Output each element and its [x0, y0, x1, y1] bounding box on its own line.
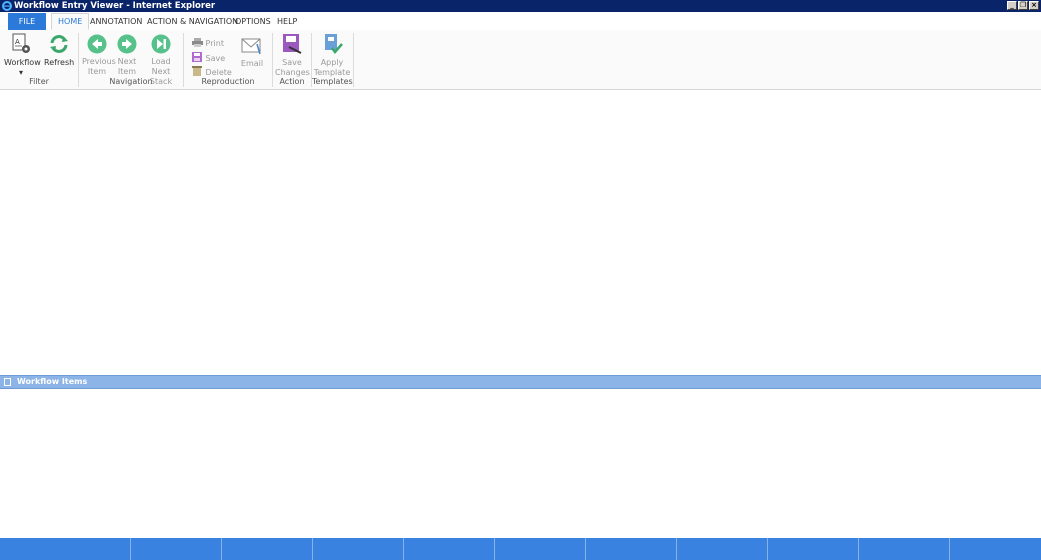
status-cell	[677, 538, 768, 560]
refresh-button[interactable]: Refresh	[44, 33, 74, 68]
tab-options[interactable]: OPTIONS	[229, 13, 277, 30]
ribbon-separator	[353, 33, 354, 87]
previous-arrow-icon	[87, 34, 107, 54]
ribbon-separator	[78, 33, 79, 87]
save-button[interactable]: Save	[192, 52, 225, 63]
internet-explorer-icon	[2, 1, 12, 11]
tab-annotation[interactable]: ANNOTATION	[84, 13, 148, 30]
ribbon-separator	[183, 33, 184, 87]
workflow-items-title: Workflow Items	[17, 377, 88, 386]
delete-button[interactable]: Delete	[192, 66, 232, 77]
group-label-filter: Filter	[29, 77, 49, 86]
status-bar	[0, 538, 1041, 560]
previous-item-button[interactable]: Previous Item	[82, 34, 116, 77]
status-cell	[404, 538, 495, 560]
status-cell	[859, 538, 950, 560]
trash-icon	[192, 66, 202, 76]
status-cell	[131, 538, 222, 560]
status-cell	[586, 538, 677, 560]
group-label-action: Action	[279, 77, 305, 86]
workflow-button[interactable]: A Workflow ▾	[4, 33, 41, 78]
status-cell	[495, 538, 586, 560]
refresh-icon	[50, 35, 68, 53]
close-button[interactable]: ×	[1029, 1, 1039, 10]
next-arrow-icon	[117, 34, 137, 54]
group-label-reproduction: Reproduction	[201, 77, 255, 86]
skip-next-icon	[151, 34, 171, 54]
status-cell	[0, 538, 131, 560]
printer-icon	[192, 38, 203, 47]
save-changes-button[interactable]: Save Changes	[275, 33, 310, 78]
window-titlebar: Workflow Entry Viewer - Internet Explore…	[0, 0, 1041, 12]
minimize-button[interactable]: _	[1007, 1, 1017, 10]
floppy-disk-icon	[192, 52, 202, 62]
workflow-gear-icon: A	[12, 33, 30, 53]
pin-icon[interactable]	[4, 378, 11, 386]
status-cell	[950, 538, 1041, 560]
group-label-templates: Templates	[312, 77, 353, 86]
window-title: Workflow Entry Viewer - Internet Explore…	[14, 1, 216, 11]
email-envelope-icon	[241, 38, 261, 55]
workflow-items-list[interactable]	[0, 389, 1041, 538]
email-button[interactable]: Email	[239, 36, 265, 69]
status-cell	[222, 538, 313, 560]
group-label-navigation: Navigation	[109, 77, 153, 86]
status-cell	[313, 538, 404, 560]
apply-template-icon	[325, 34, 343, 54]
svg-text:A: A	[15, 38, 20, 46]
print-button[interactable]: Print	[192, 38, 224, 48]
tab-file[interactable]: FILE	[8, 13, 46, 30]
save-changes-icon	[283, 34, 302, 54]
workflow-items-pane-header[interactable]: Workflow Items	[0, 375, 1041, 389]
restore-button[interactable]: ❐	[1018, 1, 1028, 10]
next-item-button[interactable]: Next Item	[116, 34, 138, 77]
document-viewer-area[interactable]	[0, 90, 1041, 375]
status-cell	[768, 538, 859, 560]
ribbon-separator	[272, 33, 273, 87]
apply-template-button[interactable]: Apply Template	[313, 33, 351, 78]
tab-help[interactable]: HELP	[271, 13, 303, 30]
